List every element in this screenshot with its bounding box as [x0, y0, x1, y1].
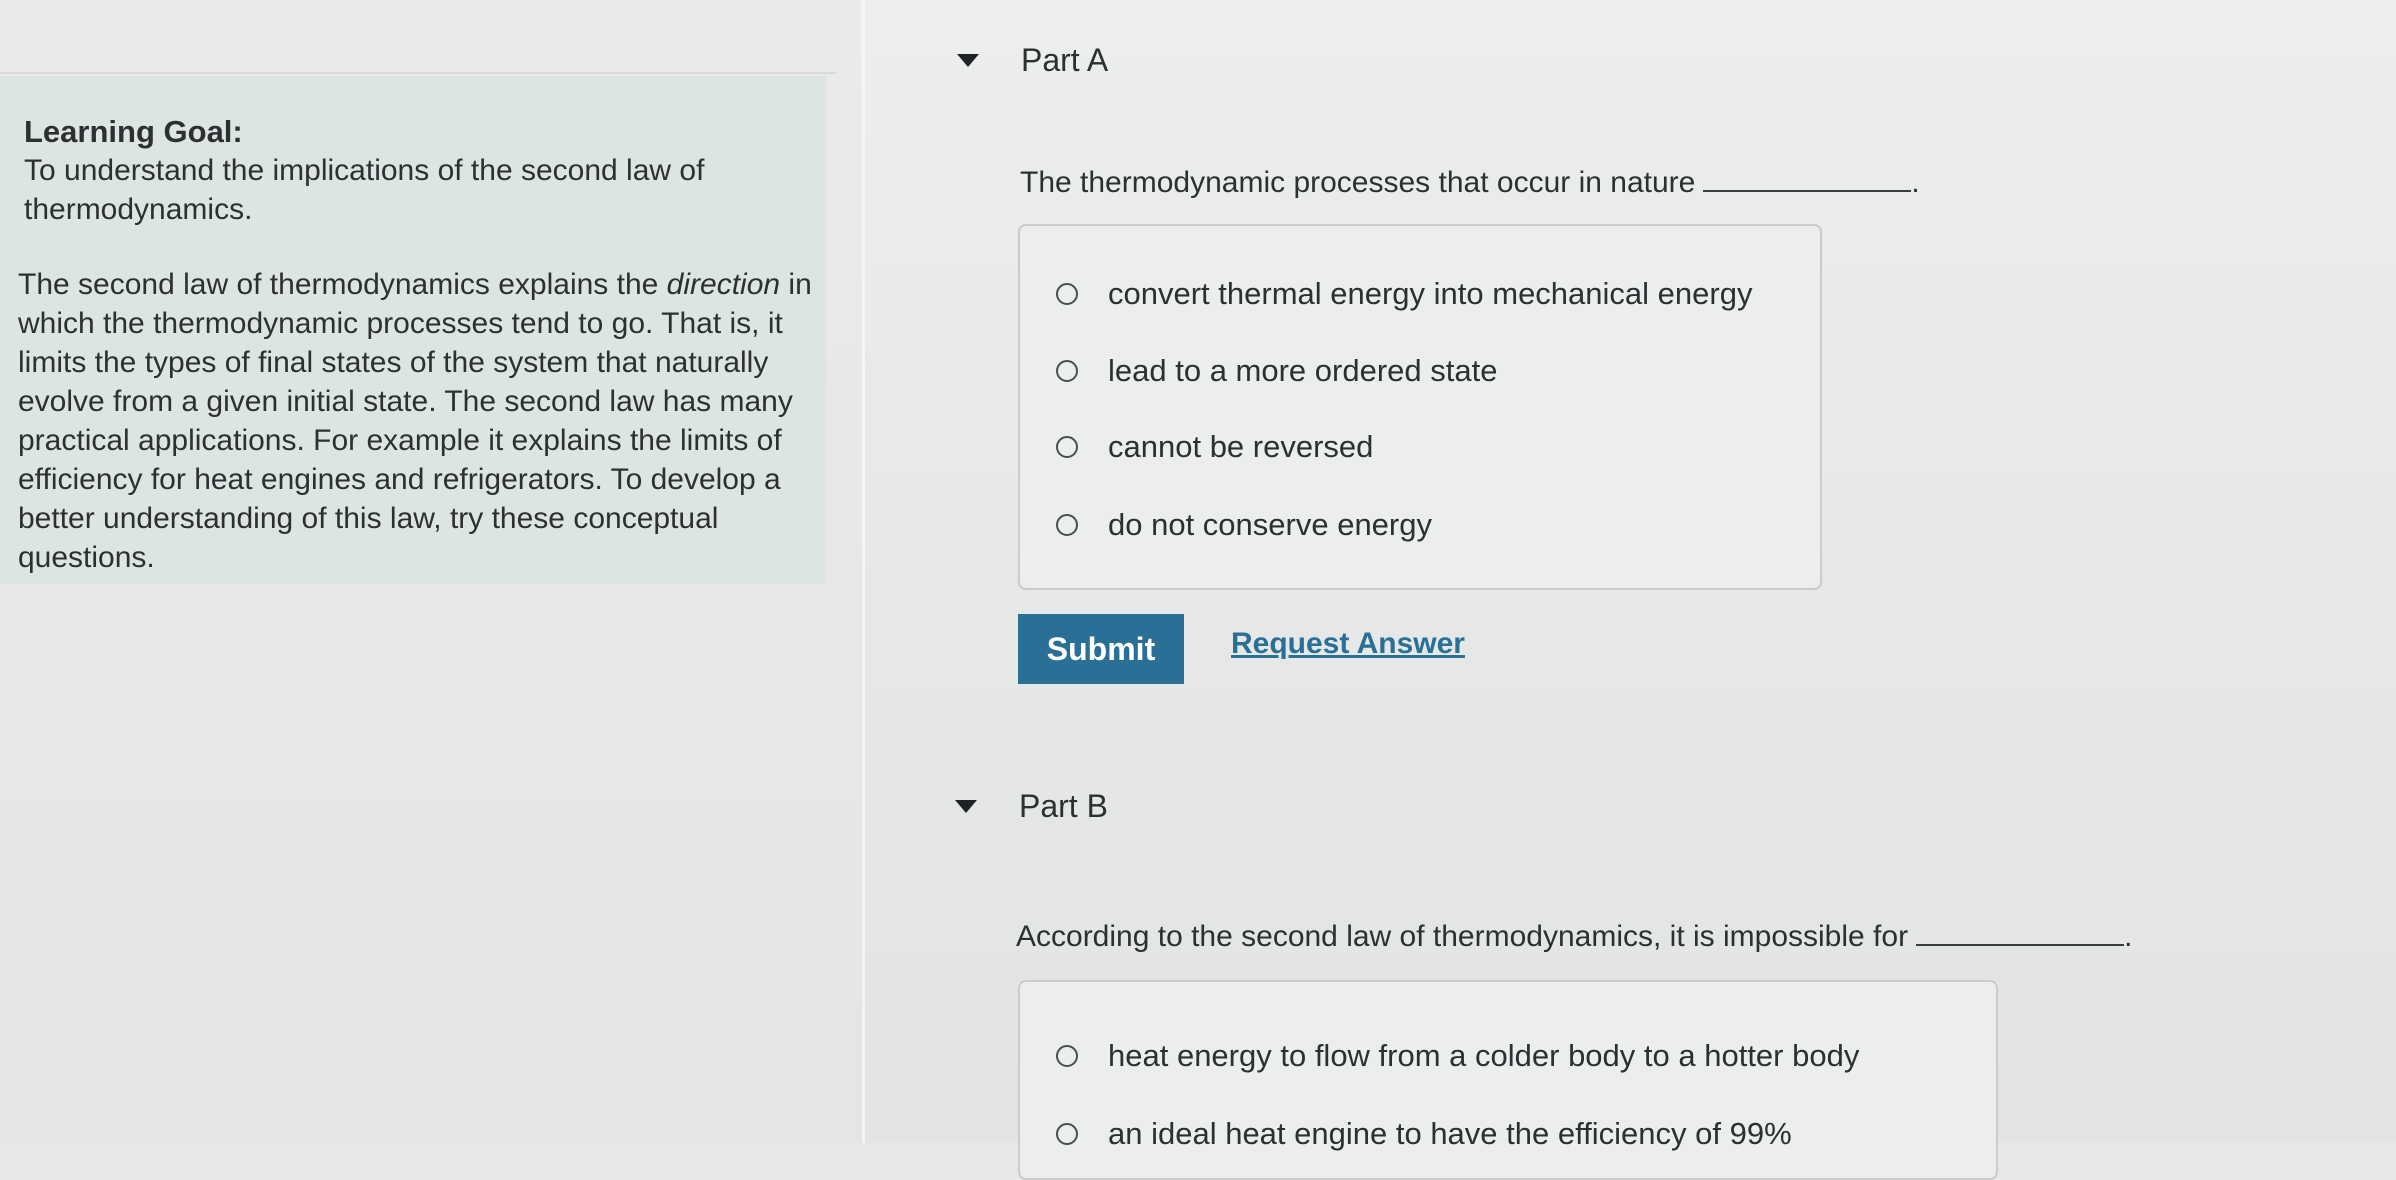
learning-goal-intro: To understand the implications of the se…	[24, 154, 705, 226]
collapse-caret-icon[interactable]	[957, 54, 979, 67]
learning-goal-column: Learning Goal: To understand the implica…	[0, 0, 860, 1143]
column-divider	[862, 0, 865, 1143]
part-a-choices: convert thermal energy into mechanical e…	[1018, 224, 1822, 590]
page: Learning Goal: To understand the implica…	[0, 0, 2396, 1180]
radio-button[interactable]	[1056, 436, 1078, 458]
learning-goal-heading: Learning Goal:	[24, 114, 243, 149]
choice-label: an ideal heat engine to have the efficie…	[1108, 1116, 1792, 1151]
radio-button[interactable]	[1056, 514, 1078, 536]
choice-label: cannot be reversed	[1108, 429, 1374, 464]
learning-goal-body-part1: The second law of thermodynamics explain…	[18, 268, 667, 301]
part-a-header[interactable]: Part A	[957, 42, 1108, 79]
part-b-question-text: According to the second law of thermodyn…	[1016, 920, 1909, 953]
choice-label: do not conserve energy	[1108, 507, 1432, 542]
request-answer-link[interactable]: Request Answer	[1231, 627, 1465, 661]
part-a-title: Part A	[1021, 42, 1109, 78]
part-a-question: The thermodynamic processes that occur i…	[1020, 166, 1920, 200]
choice-label: convert thermal energy into mechanical e…	[1108, 276, 1753, 311]
part-a-question-end: .	[1911, 166, 1920, 199]
collapse-caret-icon[interactable]	[955, 800, 977, 813]
learning-goal-body: The second law of thermodynamics explain…	[18, 265, 818, 577]
choice-label: heat energy to flow from a colder body t…	[1108, 1038, 1860, 1073]
radio-button[interactable]	[1056, 1123, 1078, 1145]
answer-blank	[1703, 166, 1912, 192]
radio-button[interactable]	[1056, 360, 1078, 382]
learning-goal-body-emphasis: direction	[666, 268, 781, 301]
choice-option[interactable]: an ideal heat engine to have the efficie…	[1056, 1116, 1792, 1152]
part-a-question-text: The thermodynamic processes that occur i…	[1020, 166, 1696, 199]
choice-option[interactable]: lead to a more ordered state	[1056, 353, 1497, 389]
part-b-header[interactable]: Part B	[955, 788, 1108, 825]
choice-option[interactable]: cannot be reversed	[1056, 429, 1373, 465]
choice-option[interactable]: heat energy to flow from a colder body t…	[1056, 1038, 1859, 1074]
learning-goal-body-part2: in which the thermodynamic processes ten…	[18, 268, 812, 574]
learning-goal-box: Learning Goal: To understand the implica…	[0, 76, 826, 584]
part-b-title: Part B	[1019, 788, 1108, 824]
radio-button[interactable]	[1056, 1045, 1078, 1067]
choice-option[interactable]: do not conserve energy	[1056, 507, 1432, 543]
radio-button[interactable]	[1056, 283, 1078, 305]
submit-button[interactable]: Submit	[1018, 614, 1184, 684]
part-b-choices: heat energy to flow from a colder body t…	[1018, 980, 1998, 1180]
top-rule	[0, 72, 836, 74]
choice-option[interactable]: convert thermal energy into mechanical e…	[1056, 276, 1752, 312]
choice-label: lead to a more ordered state	[1108, 353, 1498, 388]
part-b-question: According to the second law of thermodyn…	[1016, 920, 2132, 954]
part-b-question-end: .	[2124, 920, 2133, 953]
answer-blank	[1916, 920, 2125, 946]
